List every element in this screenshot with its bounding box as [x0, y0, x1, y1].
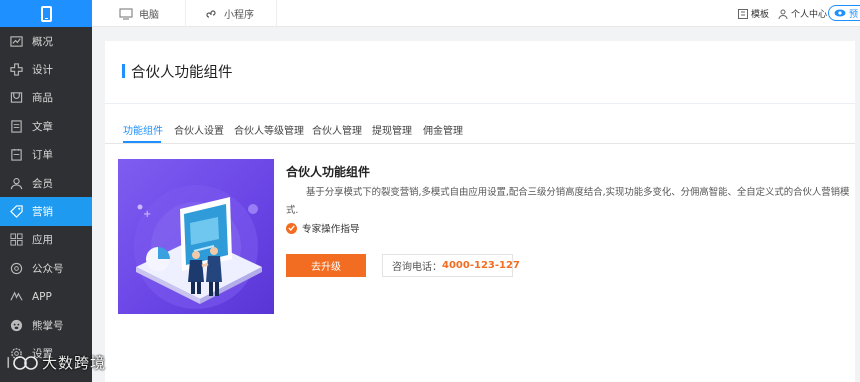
sidebar-item-article[interactable]: 文章	[0, 112, 92, 140]
sidebar-item-label: 文章	[32, 120, 53, 133]
top-divider	[276, 0, 277, 27]
design-icon	[10, 63, 23, 76]
consult-phone: 咨询电话： 4000-123-127	[382, 254, 520, 277]
svg-text:I: I	[6, 354, 10, 372]
check-circle-icon	[286, 222, 297, 234]
feature-title: 合伙人功能组件	[286, 165, 371, 179]
watermark-text: 大数跨境	[42, 354, 107, 372]
tab-partner-management[interactable]: 合伙人管理	[312, 122, 362, 137]
official-account-icon	[10, 262, 23, 275]
tab-partner-settings[interactable]: 合伙人设置	[174, 122, 224, 137]
user-icon	[778, 9, 788, 19]
sidebar-item-order[interactable]: 订单	[0, 141, 92, 169]
sidebar-item-bear-paw[interactable]: 熊掌号	[0, 311, 92, 339]
sidebar-item-label: 应用	[32, 234, 53, 247]
svg-text:+: +	[143, 209, 151, 220]
title-divider	[105, 103, 855, 104]
sidebar-item-label: 营销	[32, 206, 53, 219]
mini-program-icon	[206, 8, 218, 20]
preview-button[interactable]: 预	[828, 5, 860, 21]
sidebar-item-marketing[interactable]: 营销	[0, 197, 92, 226]
expert-guidance: 专家操作指导	[286, 221, 360, 235]
sidebar-item-label: 会员	[32, 177, 53, 190]
member-icon	[10, 177, 23, 190]
page-title: 合伙人功能组件	[131, 65, 233, 81]
sidebar: 概况 设计 商品 文章 订单 会员 营销 应用 公众号 APP 熊掌号 设置	[0, 0, 92, 382]
template-label: 模板	[751, 10, 770, 20]
sidebar-item-label: APP	[32, 290, 52, 303]
feature-description: 基于分享模式下的裂变营销,多模式自由应用设置,配合三级分销高度结合,实现功能多变…	[286, 187, 850, 216]
chart-icon	[10, 35, 23, 48]
tab-pc[interactable]: 电脑	[119, 0, 159, 27]
mobile-logo[interactable]	[0, 0, 92, 27]
partner-illustration: +	[118, 159, 274, 314]
goods-icon	[10, 91, 23, 104]
tab-bar: 功能组件 合伙人设置 合伙人等级管理 合伙人管理 提现管理 佣金管理	[105, 116, 855, 144]
title-accent-bar	[122, 64, 125, 78]
tab-feature-component[interactable]: 功能组件	[123, 122, 163, 137]
sidebar-item-label: 概况	[32, 35, 53, 48]
watermark-logo-icon: I	[6, 354, 38, 372]
tab-partner-level[interactable]: 合伙人等级管理	[234, 122, 304, 137]
phone-number: 4000-123-127	[442, 260, 520, 271]
monitor-icon	[119, 7, 133, 20]
sidebar-item-label: 设计	[32, 64, 53, 77]
user-center-link[interactable]: 个人中心	[778, 0, 827, 27]
phone-icon	[40, 5, 52, 22]
sidebar-item-overview[interactable]: 概况	[0, 27, 92, 55]
paw-icon	[10, 319, 23, 332]
top-bar: 电脑 小程序 模板 个人中心 预	[92, 0, 860, 27]
template-icon	[738, 8, 748, 19]
active-tab-indicator	[123, 141, 161, 143]
upgrade-button[interactable]: 去升级	[286, 254, 366, 277]
tab-pc-label: 电脑	[139, 10, 159, 21]
eye-icon	[834, 9, 846, 17]
phone-label: 咨询电话：	[392, 262, 442, 273]
order-icon	[10, 148, 23, 161]
sidebar-item-label: 商品	[32, 92, 53, 105]
tab-mini-program-label: 小程序	[224, 10, 254, 21]
preview-label: 预	[849, 9, 859, 20]
tab-mini-program[interactable]: 小程序	[206, 0, 254, 27]
sidebar-item-member[interactable]: 会员	[0, 169, 92, 197]
tag-icon	[10, 205, 23, 218]
expert-label: 专家操作指导	[302, 224, 360, 235]
sidebar-item-label: 公众号	[32, 262, 64, 275]
watermark: I 大数跨境	[6, 352, 106, 373]
sidebar-item-label: 订单	[32, 149, 53, 162]
main-panel: 合伙人功能组件 功能组件 合伙人设置 合伙人等级管理 合伙人管理 提现管理 佣金…	[105, 41, 855, 382]
user-center-label: 个人中心	[791, 10, 828, 20]
sidebar-item-app[interactable]: APP	[0, 283, 92, 311]
top-divider	[185, 0, 186, 27]
tab-withdrawal[interactable]: 提现管理	[372, 122, 412, 137]
apps-icon	[10, 233, 23, 246]
tab-commission[interactable]: 佣金管理	[423, 122, 463, 137]
template-link[interactable]: 模板	[738, 0, 769, 27]
app-icon	[10, 290, 23, 303]
sidebar-item-goods[interactable]: 商品	[0, 84, 92, 112]
sidebar-item-design[interactable]: 设计	[0, 55, 92, 83]
sidebar-item-apps[interactable]: 应用	[0, 226, 92, 254]
article-icon	[10, 120, 23, 133]
sidebar-item-official-account[interactable]: 公众号	[0, 254, 92, 282]
sidebar-item-label: 熊掌号	[32, 319, 64, 332]
